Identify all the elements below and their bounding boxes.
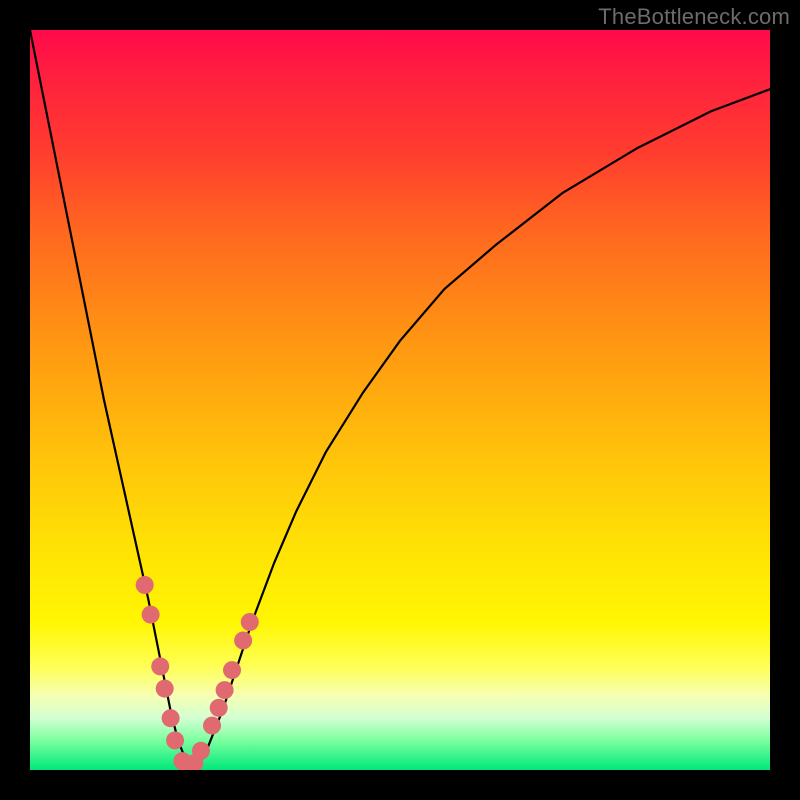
curve-marker xyxy=(192,742,210,760)
curve-marker xyxy=(203,717,221,735)
curve-marker xyxy=(241,613,259,631)
curve-marker xyxy=(234,632,252,650)
curve-markers xyxy=(136,576,259,770)
curve-marker xyxy=(142,606,160,624)
bottleneck-curve-svg xyxy=(30,30,770,770)
curve-marker xyxy=(210,699,228,717)
plot-area xyxy=(30,30,770,770)
curve-marker xyxy=(223,661,241,679)
curve-marker xyxy=(162,709,180,727)
watermark-text: TheBottleneck.com xyxy=(598,4,790,30)
curve-marker xyxy=(136,576,154,594)
bottleneck-curve-path xyxy=(30,30,770,767)
curve-marker xyxy=(151,657,169,675)
chart-frame: TheBottleneck.com xyxy=(0,0,800,800)
curve-marker xyxy=(166,731,184,749)
curve-marker xyxy=(216,681,234,699)
curve-marker xyxy=(156,680,174,698)
